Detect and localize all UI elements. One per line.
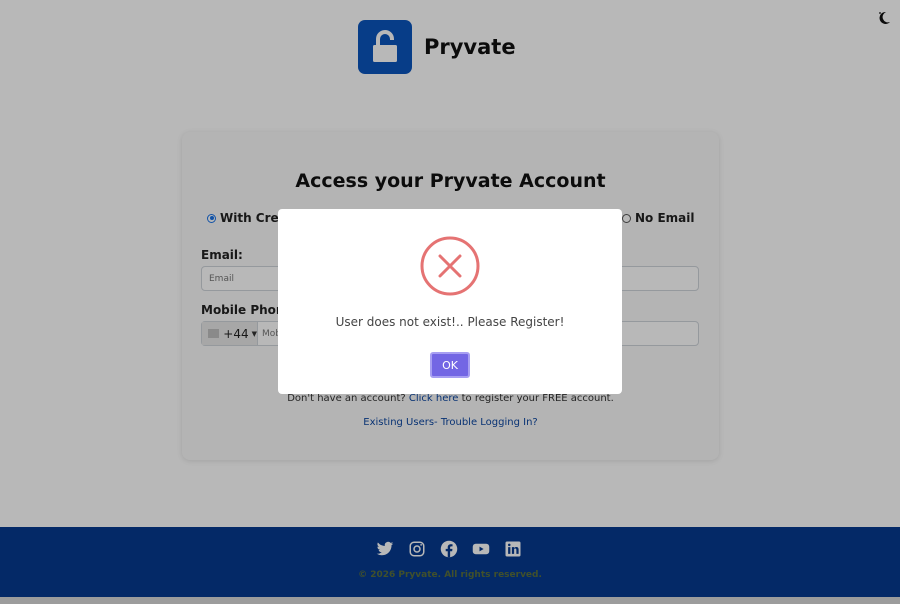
dialog-message: User does not exist!.. Please Register!	[335, 315, 565, 329]
error-dialog: User does not exist!.. Please Register! …	[278, 209, 622, 394]
error-x-icon	[420, 236, 480, 296]
ok-button[interactable]: OK	[430, 352, 470, 378]
